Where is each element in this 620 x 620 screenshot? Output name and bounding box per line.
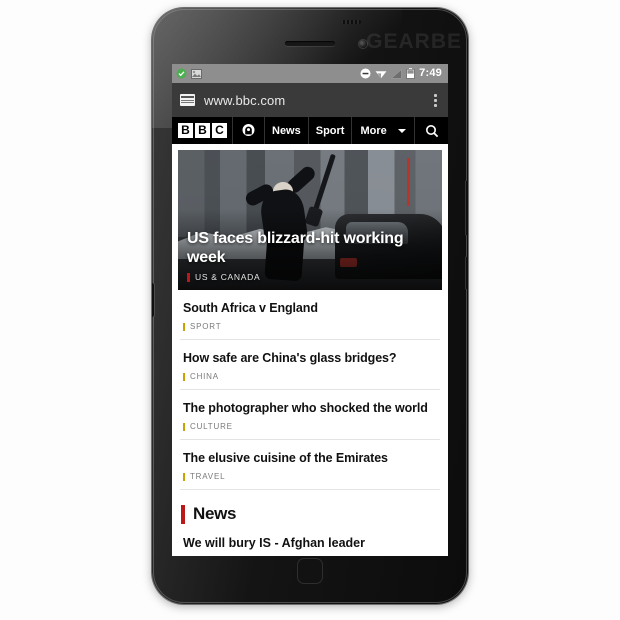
webpage-content[interactable]: US faces blizzard-hit working week US & … — [172, 144, 448, 556]
story-tag-label: SPORT — [190, 322, 222, 331]
story-item[interactable]: The photographer who shocked the world C… — [180, 390, 440, 440]
hero-tag-accent-bar — [187, 272, 190, 282]
dnd-notification-icon — [176, 68, 187, 79]
story-title[interactable]: We will bury IS - Afghan leader — [178, 534, 442, 550]
story-item[interactable]: How safe are China's glass bridges? CHIN… — [180, 340, 440, 390]
screenshot-image-icon — [191, 68, 202, 79]
nav-item-more[interactable]: More — [352, 117, 413, 144]
story-list: South Africa v England SPORT How safe ar… — [178, 290, 442, 490]
earpiece-speaker-icon — [285, 41, 335, 46]
battery-icon — [406, 68, 415, 79]
bbc-logo[interactable]: B B C — [172, 117, 232, 144]
story-category-tag[interactable]: CULTURE — [183, 422, 437, 431]
bbc-logo-letter-2: B — [195, 123, 210, 138]
bbc-logo-letter-3: C — [212, 123, 227, 138]
url-input[interactable]: www.bbc.com — [204, 93, 285, 108]
smartphone-device: GEARBE 7:49 www.bbc.com B B C News Sport… — [152, 8, 468, 604]
story-category-tag[interactable]: SPORT — [183, 322, 437, 331]
story-title[interactable]: How safe are China's glass bridges? — [183, 351, 437, 366]
nav-divider — [413, 117, 415, 144]
story-tag-label: CHINA — [190, 372, 219, 381]
bbc-logo-letter-1: B — [178, 123, 193, 138]
watermark-text: GEARBE — [366, 30, 462, 53]
nav-search-button[interactable] — [416, 117, 448, 144]
signal-bars-icon — [391, 68, 402, 79]
screenshot-stage: GEARBE 7:49 www.bbc.com B B C News Sport… — [0, 0, 620, 620]
hero-category-tag[interactable]: US & CANADA — [187, 272, 433, 282]
android-status-bar: 7:49 — [172, 64, 448, 83]
overflow-menu-icon[interactable] — [428, 91, 442, 109]
hero-tag-label: US & CANADA — [195, 272, 261, 282]
nav-item-more-label: More — [360, 124, 387, 137]
story-title[interactable]: South Africa v England — [183, 301, 437, 316]
hero-red-pole — [407, 158, 411, 206]
status-bar-clock: 7:49 — [419, 67, 442, 79]
page-card-icon — [180, 94, 195, 106]
hero-story-card[interactable]: US faces blizzard-hit working week US & … — [178, 150, 442, 290]
story-category-tag[interactable]: CHINA — [183, 372, 437, 381]
status-bar-left-icons — [176, 68, 202, 79]
chevron-down-icon — [397, 128, 406, 133]
story-tag-label: TRAVEL — [190, 472, 226, 481]
story-category-tag[interactable]: TRAVEL — [183, 472, 437, 481]
status-bar-right-icons: 7:49 — [360, 68, 444, 79]
story-title[interactable]: The elusive cuisine of the Emirates — [183, 451, 437, 466]
phone-screen: 7:49 www.bbc.com B B C News Sport More U… — [172, 64, 448, 556]
story-title[interactable]: The photographer who shocked the world — [183, 401, 437, 416]
section-header-news[interactable]: News — [178, 490, 442, 534]
nav-item-sport[interactable]: Sport — [309, 117, 352, 144]
story-tag-accent-bar — [183, 472, 185, 481]
story-tag-accent-bar — [183, 322, 185, 331]
home-icon — [242, 124, 255, 136]
story-tag-accent-bar — [183, 372, 185, 381]
section-accent-bar — [181, 504, 185, 524]
home-button[interactable] — [297, 558, 323, 584]
nav-item-news[interactable]: News — [265, 117, 308, 144]
front-camera-icon — [359, 40, 367, 48]
bbc-navigation-bar: B B C News Sport More — [172, 117, 448, 144]
do-not-disturb-icon — [360, 68, 371, 79]
volume-button[interactable] — [466, 180, 468, 236]
story-item[interactable]: The elusive cuisine of the Emirates TRAV… — [180, 440, 440, 490]
nav-home-button[interactable] — [233, 117, 264, 144]
proximity-sensor-icon — [341, 20, 361, 24]
power-button[interactable] — [466, 256, 468, 290]
section-title: News — [193, 504, 237, 523]
left-side-button[interactable] — [152, 283, 154, 317]
story-tag-label: CULTURE — [190, 422, 233, 431]
browser-url-bar[interactable]: www.bbc.com — [172, 83, 448, 117]
hero-text-block: US faces blizzard-hit working week US & … — [187, 229, 433, 282]
story-item[interactable]: South Africa v England SPORT — [180, 290, 440, 340]
hero-headline[interactable]: US faces blizzard-hit working week — [187, 229, 433, 267]
search-icon — [426, 124, 439, 137]
story-tag-accent-bar — [183, 422, 185, 431]
wifi-icon — [375, 70, 387, 78]
